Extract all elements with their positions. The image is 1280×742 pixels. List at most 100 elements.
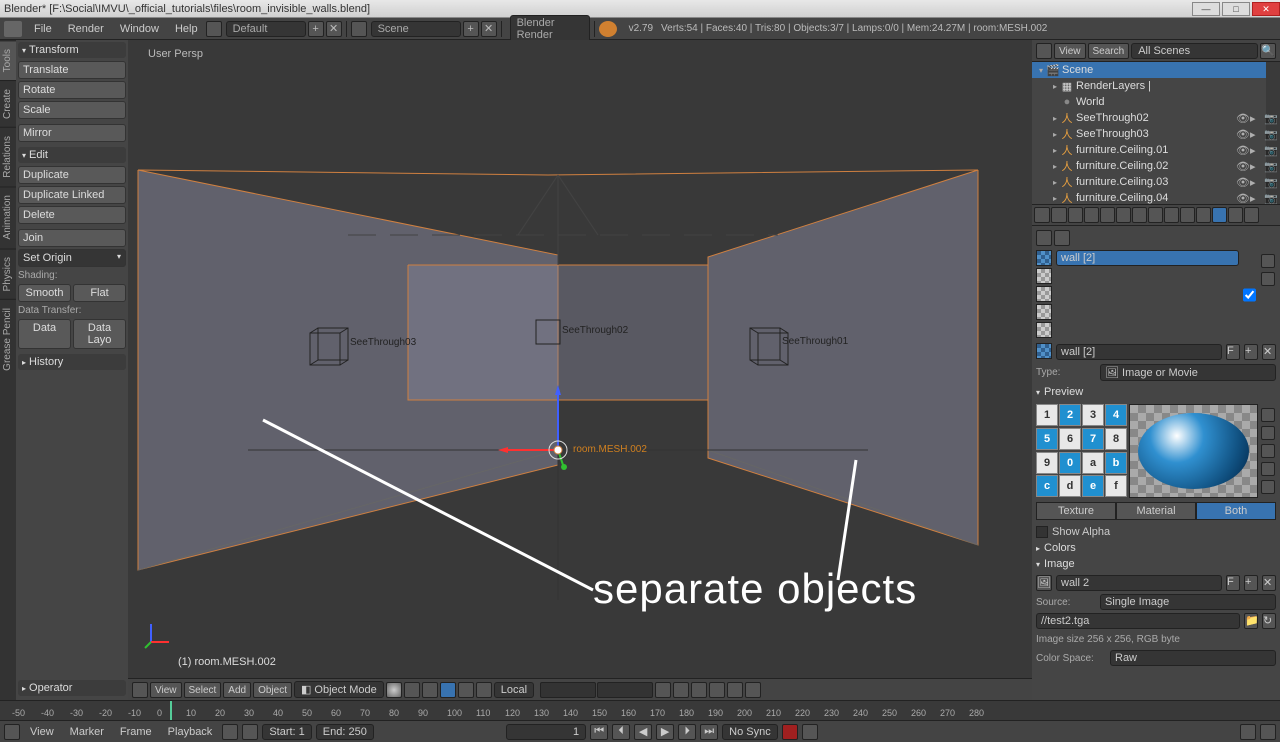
visibility-icon[interactable]: 👁	[1236, 144, 1248, 156]
scale-button[interactable]: Scale	[18, 101, 126, 119]
tex-unlink-button[interactable]: ✕	[1262, 344, 1276, 360]
tab-texture-icon[interactable]	[1212, 207, 1227, 223]
colorspace-dropdown[interactable]: Raw	[1110, 650, 1276, 666]
menu-file[interactable]: File	[26, 21, 60, 37]
play-icon[interactable]: ▶	[656, 724, 674, 740]
layer-buttons[interactable]	[540, 682, 653, 698]
tab-both-button[interactable]: Both	[1196, 502, 1276, 520]
vp-select-menu[interactable]: Select	[184, 682, 222, 698]
visibility-icon[interactable]: 👁	[1236, 160, 1248, 172]
data-layout-button[interactable]: Data Layo	[73, 319, 126, 349]
jump-end-icon[interactable]: ⏭	[700, 724, 718, 740]
selectable-icon[interactable]: ▸	[1250, 112, 1262, 124]
lock-icon[interactable]	[655, 682, 671, 698]
image-name-field[interactable]: wall 2	[1056, 575, 1222, 591]
tex-add-button[interactable]: +	[1244, 344, 1258, 360]
shading-smooth[interactable]: Smooth	[18, 284, 71, 302]
renderable-icon[interactable]: 📷	[1264, 144, 1276, 156]
tab-material-icon[interactable]	[1196, 207, 1211, 223]
renderable-icon[interactable]: 📷	[1264, 160, 1276, 172]
outliner-tree[interactable]: ▾🎬Scene▸▦RenderLayers |●World▸人SeeThroug…	[1032, 62, 1280, 204]
outliner-row[interactable]: ▸人furniture.Ceiling.02👁▸📷	[1032, 158, 1280, 174]
tex-context-icon[interactable]	[1036, 230, 1052, 246]
texture-slot-active[interactable]	[1036, 250, 1052, 266]
transform-header[interactable]: ▾Transform	[18, 42, 126, 58]
tab-texture-button[interactable]: Texture	[1036, 502, 1116, 520]
tab-object-icon[interactable]	[1132, 207, 1147, 223]
tab-animation[interactable]: Animation	[0, 186, 16, 247]
start-frame-field[interactable]: Start: 1	[262, 724, 311, 740]
vp-view-menu[interactable]: View	[150, 682, 182, 698]
keyframe-delete-icon[interactable]	[1260, 724, 1276, 740]
texture-id-icon[interactable]	[1036, 343, 1052, 359]
tab-world-icon[interactable]	[1116, 207, 1131, 223]
tex-down-icon[interactable]	[1261, 272, 1275, 286]
image-path-field[interactable]: //test2.tga	[1036, 613, 1240, 629]
outliner-type-icon[interactable]	[1036, 43, 1052, 59]
data-button[interactable]: Data	[18, 319, 71, 349]
editor-type-icon[interactable]	[132, 682, 148, 698]
outliner-row[interactable]: ▸人furniture.Ceiling.01👁▸📷	[1032, 142, 1280, 158]
tab-material-button[interactable]: Material	[1116, 502, 1196, 520]
autokey-record-icon[interactable]	[782, 724, 798, 740]
outliner-row[interactable]: ●World	[1032, 94, 1280, 110]
type-dropdown[interactable]: 🖼 Image or Movie	[1100, 364, 1276, 381]
menu-help[interactable]: Help	[167, 21, 206, 37]
tab-modifier-icon[interactable]	[1164, 207, 1179, 223]
tab-scene-icon[interactable]	[1100, 207, 1115, 223]
selectable-icon[interactable]: ▸	[1250, 160, 1262, 172]
jump-start-icon[interactable]: ⏮	[590, 724, 608, 740]
props-type-icon[interactable]	[1034, 207, 1050, 223]
tab-render-icon[interactable]	[1068, 207, 1083, 223]
duplicate-linked-button[interactable]: Duplicate Linked	[18, 186, 126, 204]
vp-object-menu[interactable]: Object	[253, 682, 292, 698]
outliner-search-icon[interactable]: 🔍	[1260, 43, 1276, 59]
timeline-ruler[interactable]: -50-40-30-20-100102030405060708090100110…	[0, 700, 1280, 720]
renderer-dropdown[interactable]: Blender Render	[510, 15, 590, 43]
selectable-icon[interactable]: ▸	[1250, 128, 1262, 140]
texture-slot-2[interactable]	[1036, 268, 1052, 284]
visibility-icon[interactable]: 👁	[1236, 112, 1248, 124]
menu-window[interactable]: Window	[112, 21, 167, 37]
layout-remove[interactable]: ✕	[326, 21, 342, 37]
vp-add-menu[interactable]: Add	[223, 682, 251, 698]
shading-flat[interactable]: Flat	[73, 284, 126, 302]
layout-dropdown[interactable]: Default	[226, 21, 306, 37]
open-file-icon[interactable]: 📁	[1244, 613, 1258, 629]
outliner-row[interactable]: ▸人SeeThrough02👁▸📷	[1032, 110, 1280, 126]
outliner-filter-dropdown[interactable]: All Scenes	[1131, 43, 1258, 59]
tex-up-icon[interactable]	[1261, 254, 1275, 268]
selectable-icon[interactable]: ▸	[1250, 176, 1262, 188]
outliner-row[interactable]: ▸▦RenderLayers |	[1032, 78, 1280, 94]
manip-rotate-icon[interactable]	[458, 682, 474, 698]
operator-header[interactable]: ▸Operator	[18, 680, 126, 696]
menu-render[interactable]: Render	[60, 21, 112, 37]
preview-hair-icon[interactable]	[1261, 462, 1275, 476]
manipulator-icon[interactable]	[422, 682, 438, 698]
timeline-type-icon[interactable]	[4, 724, 20, 740]
outliner-row[interactable]: ▸人furniture.Ceiling.04👁▸📷	[1032, 190, 1280, 204]
tl-marker-menu[interactable]: Marker	[64, 725, 110, 739]
img-unlink[interactable]: ✕	[1262, 575, 1276, 591]
render-preview-icon[interactable]	[727, 682, 743, 698]
tab-relations[interactable]: Relations	[0, 127, 16, 186]
visibility-icon[interactable]: 👁	[1236, 192, 1248, 204]
keying-set-icon[interactable]	[802, 724, 818, 740]
img-fake-user[interactable]: F	[1226, 575, 1240, 591]
screen-layout-icon[interactable]	[206, 21, 222, 37]
scene-remove[interactable]: ✕	[481, 21, 497, 37]
scene-browse-icon[interactable]	[351, 21, 367, 37]
duplicate-button[interactable]: Duplicate	[18, 166, 126, 184]
keyframe-prev-icon[interactable]: ⏴	[612, 724, 630, 740]
shading-solid-icon[interactable]	[386, 682, 402, 698]
history-header[interactable]: ▸History	[18, 354, 126, 370]
delete-button[interactable]: Delete	[18, 206, 126, 224]
translate-button[interactable]: Translate	[18, 61, 126, 79]
outliner-row[interactable]: ▸人SeeThrough03👁▸📷	[1032, 126, 1280, 142]
close-button[interactable]: ✕	[1252, 2, 1280, 16]
preview-sky-icon[interactable]	[1261, 480, 1275, 494]
keyframe-next-icon[interactable]: ⏵	[678, 724, 696, 740]
mirror-button[interactable]: Mirror	[18, 124, 126, 142]
keyframe-insert-icon[interactable]	[1240, 724, 1256, 740]
fake-user-button[interactable]: F	[1226, 344, 1240, 360]
